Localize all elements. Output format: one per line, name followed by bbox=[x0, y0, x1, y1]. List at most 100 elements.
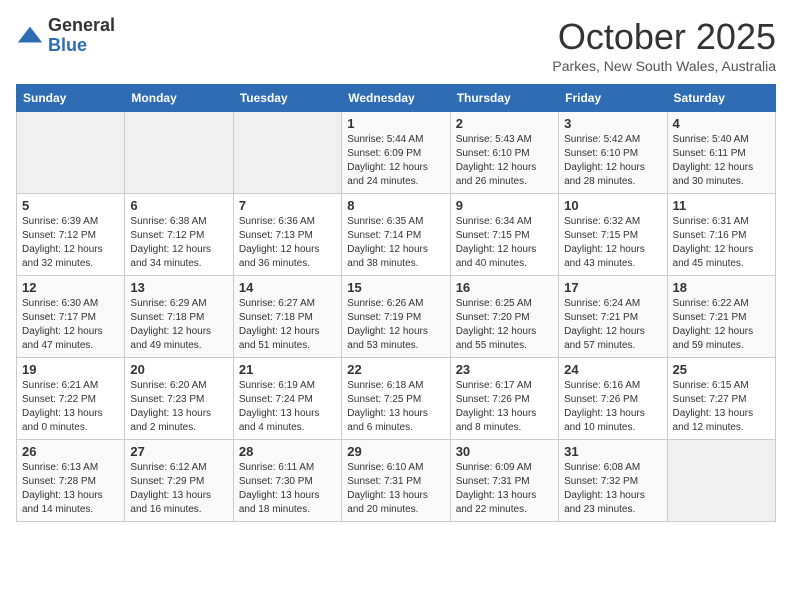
calendar-cell: 30 Sunrise: 6:09 AM Sunset: 7:31 PM Dayli… bbox=[450, 440, 558, 522]
header-tuesday: Tuesday bbox=[233, 85, 341, 112]
day-info: Sunrise: 6:31 AM Sunset: 7:16 PM Dayligh… bbox=[673, 215, 770, 271]
day-number: 4 bbox=[673, 116, 770, 131]
day-info: Sunrise: 6:16 AM Sunset: 7:26 PM Dayligh… bbox=[564, 379, 661, 435]
logo-general: General bbox=[48, 16, 115, 36]
calendar-cell: 2 Sunrise: 5:43 AM Sunset: 6:10 PM Daylig… bbox=[450, 112, 558, 194]
day-number: 6 bbox=[130, 198, 227, 213]
day-info: Sunrise: 6:39 AM Sunset: 7:12 PM Dayligh… bbox=[22, 215, 119, 271]
logo-text: General Blue bbox=[48, 16, 115, 56]
calendar-subtitle: Parkes, New South Wales, Australia bbox=[552, 58, 776, 74]
day-info: Sunrise: 6:17 AM Sunset: 7:26 PM Dayligh… bbox=[456, 379, 553, 435]
day-info: Sunrise: 5:40 AM Sunset: 6:11 PM Dayligh… bbox=[673, 133, 770, 189]
calendar-cell: 19 Sunrise: 6:21 AM Sunset: 7:22 PM Dayli… bbox=[17, 358, 125, 440]
calendar-cell: 29 Sunrise: 6:10 AM Sunset: 7:31 PM Dayli… bbox=[342, 440, 450, 522]
day-number: 5 bbox=[22, 198, 119, 213]
day-info: Sunrise: 6:32 AM Sunset: 7:15 PM Dayligh… bbox=[564, 215, 661, 271]
day-info: Sunrise: 6:13 AM Sunset: 7:28 PM Dayligh… bbox=[22, 461, 119, 517]
day-info: Sunrise: 6:08 AM Sunset: 7:32 PM Dayligh… bbox=[564, 461, 661, 517]
calendar-cell: 3Sunrise: 5:42 AM Sunset: 6:10 PM Daylig… bbox=[559, 112, 667, 194]
header-row: Sunday Monday Tuesday Wednesday Thursday… bbox=[17, 85, 776, 112]
day-number: 3 bbox=[564, 116, 661, 131]
day-number: 8 bbox=[347, 198, 444, 213]
day-number: 20 bbox=[130, 362, 227, 377]
day-info: Sunrise: 6:38 AM Sunset: 7:12 PM Dayligh… bbox=[130, 215, 227, 271]
calendar-cell: 16Sunrise: 6:25 AM Sunset: 7:20 PM Dayli… bbox=[450, 276, 558, 358]
day-number: 29 bbox=[347, 444, 444, 459]
calendar-cell: 25 Sunrise: 6:15 AM Sunset: 7:27 PM Dayli… bbox=[667, 358, 775, 440]
day-info: Sunrise: 6:34 AM Sunset: 7:15 PM Dayligh… bbox=[456, 215, 553, 271]
calendar-week-5: 26Sunrise: 6:13 AM Sunset: 7:28 PM Dayli… bbox=[17, 440, 776, 522]
day-number: 7 bbox=[239, 198, 336, 213]
calendar-title: October 2025 bbox=[552, 16, 776, 58]
day-info: Sunrise: 6:15 AM Sunset: 7:27 PM Dayligh… bbox=[673, 379, 770, 435]
calendar-cell: 4 Sunrise: 5:40 AM Sunset: 6:11 PM Daylig… bbox=[667, 112, 775, 194]
calendar-cell: 13Sunrise: 6:29 AM Sunset: 7:18 PM Dayli… bbox=[125, 276, 233, 358]
calendar-cell: 28 Sunrise: 6:11 AM Sunset: 7:30 PM Dayli… bbox=[233, 440, 341, 522]
calendar-cell: 5 Sunrise: 6:39 AM Sunset: 7:12 PM Daylig… bbox=[17, 194, 125, 276]
page-header: General Blue October 2025 Parkes, New So… bbox=[16, 16, 776, 74]
calendar-week-1: 1 Sunrise: 5:44 AM Sunset: 6:09 PM Daylig… bbox=[17, 112, 776, 194]
logo-icon bbox=[16, 22, 44, 50]
header-wednesday: Wednesday bbox=[342, 85, 450, 112]
day-info: Sunrise: 6:22 AM Sunset: 7:21 PM Dayligh… bbox=[673, 297, 770, 353]
day-info: Sunrise: 6:30 AM Sunset: 7:17 PM Dayligh… bbox=[22, 297, 119, 353]
calendar-cell: 14 Sunrise: 6:27 AM Sunset: 7:18 PM Dayli… bbox=[233, 276, 341, 358]
day-number: 22 bbox=[347, 362, 444, 377]
day-info: Sunrise: 6:12 AM Sunset: 7:29 PM Dayligh… bbox=[130, 461, 227, 517]
day-info: Sunrise: 6:35 AM Sunset: 7:14 PM Dayligh… bbox=[347, 215, 444, 271]
day-number: 24 bbox=[564, 362, 661, 377]
calendar-cell: 24 Sunrise: 6:16 AM Sunset: 7:26 PM Dayli… bbox=[559, 358, 667, 440]
header-monday: Monday bbox=[125, 85, 233, 112]
day-number: 9 bbox=[456, 198, 553, 213]
day-number: 21 bbox=[239, 362, 336, 377]
day-number: 18 bbox=[673, 280, 770, 295]
day-number: 27 bbox=[130, 444, 227, 459]
day-number: 15 bbox=[347, 280, 444, 295]
day-number: 12 bbox=[22, 280, 119, 295]
logo: General Blue bbox=[16, 16, 115, 56]
day-number: 25 bbox=[673, 362, 770, 377]
calendar-cell: 31 Sunrise: 6:08 AM Sunset: 7:32 PM Dayli… bbox=[559, 440, 667, 522]
day-info: Sunrise: 5:44 AM Sunset: 6:09 PM Dayligh… bbox=[347, 133, 444, 189]
calendar-cell: 6 Sunrise: 6:38 AM Sunset: 7:12 PM Daylig… bbox=[125, 194, 233, 276]
day-number: 31 bbox=[564, 444, 661, 459]
day-info: Sunrise: 6:27 AM Sunset: 7:18 PM Dayligh… bbox=[239, 297, 336, 353]
calendar-cell bbox=[233, 112, 341, 194]
logo-blue: Blue bbox=[48, 36, 115, 56]
day-info: Sunrise: 6:10 AM Sunset: 7:31 PM Dayligh… bbox=[347, 461, 444, 517]
day-number: 23 bbox=[456, 362, 553, 377]
day-number: 16 bbox=[456, 280, 553, 295]
day-number: 1 bbox=[347, 116, 444, 131]
title-block: October 2025 Parkes, New South Wales, Au… bbox=[552, 16, 776, 74]
header-saturday: Saturday bbox=[667, 85, 775, 112]
day-number: 14 bbox=[239, 280, 336, 295]
header-sunday: Sunday bbox=[17, 85, 125, 112]
calendar-cell bbox=[125, 112, 233, 194]
day-number: 30 bbox=[456, 444, 553, 459]
calendar-cell: 9 Sunrise: 6:34 AM Sunset: 7:15 PM Daylig… bbox=[450, 194, 558, 276]
calendar-cell: 27 Sunrise: 6:12 AM Sunset: 7:29 PM Dayli… bbox=[125, 440, 233, 522]
calendar-cell: 7Sunrise: 6:36 AM Sunset: 7:13 PM Daylig… bbox=[233, 194, 341, 276]
calendar-cell: 12 Sunrise: 6:30 AM Sunset: 7:17 PM Dayli… bbox=[17, 276, 125, 358]
day-number: 28 bbox=[239, 444, 336, 459]
calendar-cell: 1 Sunrise: 5:44 AM Sunset: 6:09 PM Daylig… bbox=[342, 112, 450, 194]
day-number: 11 bbox=[673, 198, 770, 213]
calendar-cell bbox=[667, 440, 775, 522]
calendar-cell bbox=[17, 112, 125, 194]
calendar-cell: 8 Sunrise: 6:35 AM Sunset: 7:14 PM Daylig… bbox=[342, 194, 450, 276]
day-number: 17 bbox=[564, 280, 661, 295]
day-info: Sunrise: 6:11 AM Sunset: 7:30 PM Dayligh… bbox=[239, 461, 336, 517]
day-number: 2 bbox=[456, 116, 553, 131]
day-info: Sunrise: 6:09 AM Sunset: 7:31 PM Dayligh… bbox=[456, 461, 553, 517]
day-info: Sunrise: 5:43 AM Sunset: 6:10 PM Dayligh… bbox=[456, 133, 553, 189]
calendar-cell: 17Sunrise: 6:24 AM Sunset: 7:21 PM Dayli… bbox=[559, 276, 667, 358]
header-friday: Friday bbox=[559, 85, 667, 112]
day-info: Sunrise: 6:21 AM Sunset: 7:22 PM Dayligh… bbox=[22, 379, 119, 435]
calendar-cell: 22Sunrise: 6:18 AM Sunset: 7:25 PM Dayli… bbox=[342, 358, 450, 440]
calendar-cell: 26Sunrise: 6:13 AM Sunset: 7:28 PM Dayli… bbox=[17, 440, 125, 522]
calendar-week-2: 5 Sunrise: 6:39 AM Sunset: 7:12 PM Daylig… bbox=[17, 194, 776, 276]
calendar-week-4: 19 Sunrise: 6:21 AM Sunset: 7:22 PM Dayli… bbox=[17, 358, 776, 440]
calendar-cell: 11 Sunrise: 6:31 AM Sunset: 7:16 PM Dayli… bbox=[667, 194, 775, 276]
day-number: 19 bbox=[22, 362, 119, 377]
day-info: Sunrise: 6:19 AM Sunset: 7:24 PM Dayligh… bbox=[239, 379, 336, 435]
